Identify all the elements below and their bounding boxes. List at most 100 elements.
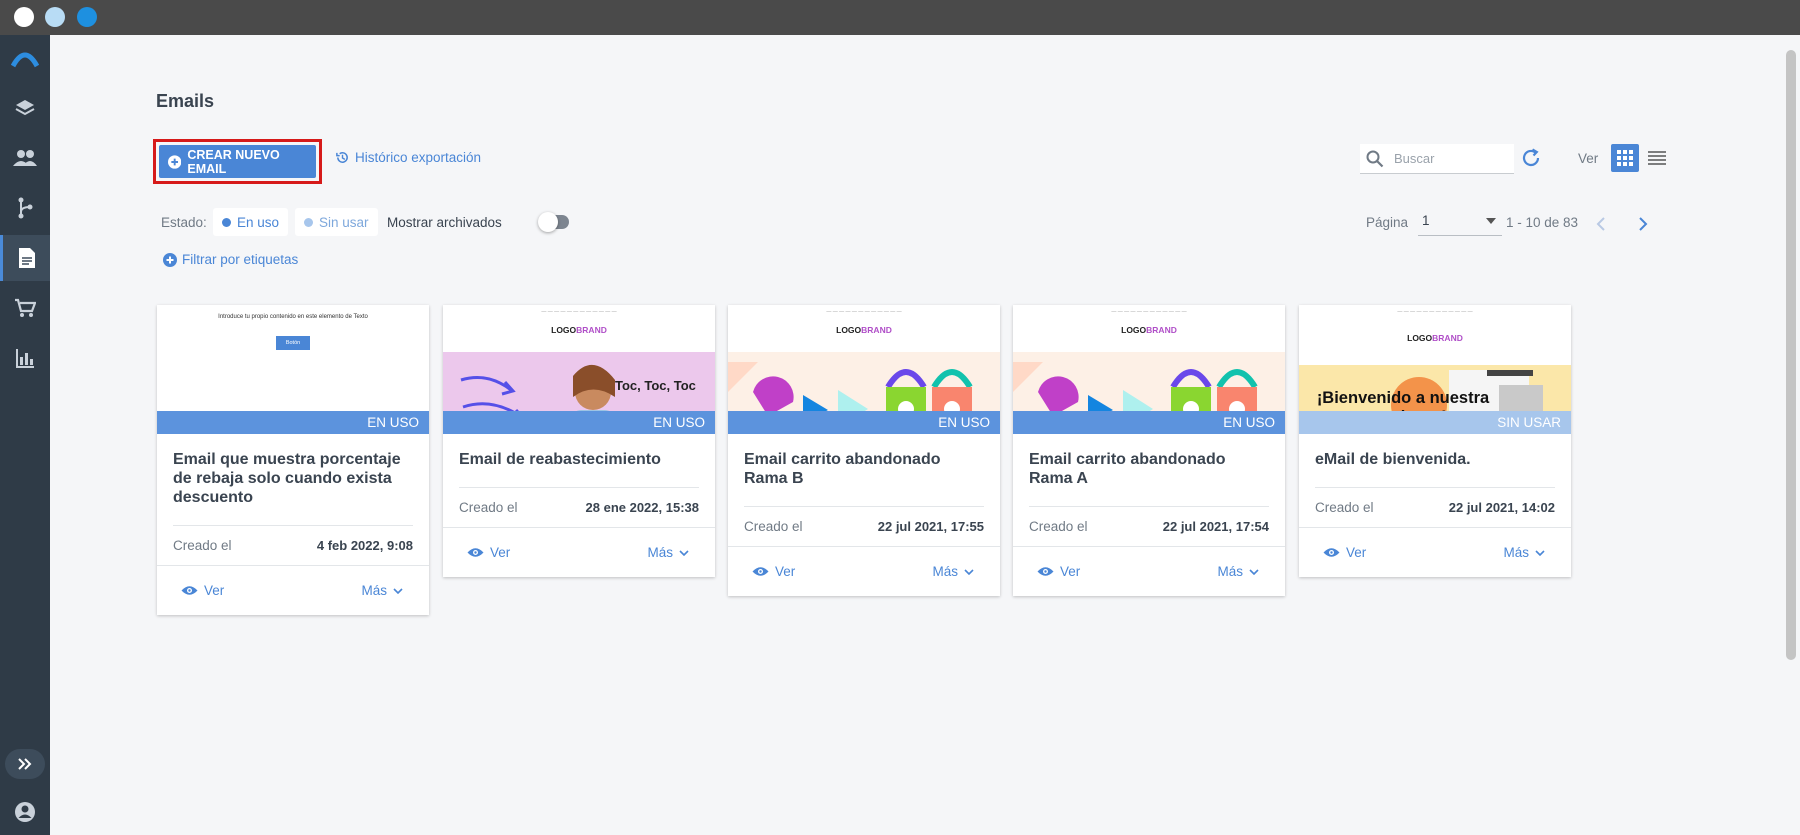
card-actions: Ver Más [1013, 546, 1285, 596]
thumb-header: — — — — — — — — — — — — [1111, 309, 1187, 315]
refresh-icon [1522, 148, 1540, 167]
eye-icon [752, 567, 769, 576]
more-label: Más [932, 564, 958, 579]
status-badge: EN USO [728, 411, 1000, 434]
filter-tags-label: Filtrar por etiquetas [182, 252, 299, 267]
more-action[interactable]: Más [1503, 545, 1545, 560]
email-thumbnail: — — — — — — — — — — — — LOGOBRAND EN USO [728, 305, 1000, 434]
next-page-icon[interactable] [1638, 217, 1648, 231]
en-uso-label: En uso [237, 214, 280, 230]
page-label: Página [1366, 215, 1409, 230]
caret-down-icon [1486, 217, 1496, 224]
view-action[interactable]: Ver [1037, 564, 1080, 579]
more-action[interactable]: Más [932, 564, 974, 579]
view-label: Ver [204, 583, 225, 598]
list-view-button[interactable] [1643, 144, 1671, 172]
history-link[interactable]: Histórico exportación [335, 150, 481, 165]
history-label: Histórico exportación [355, 150, 482, 165]
more-action[interactable]: Más [647, 545, 689, 560]
card-actions: Ver Más [728, 546, 1000, 596]
list-icon [1648, 151, 1666, 165]
eye-icon [1037, 567, 1054, 576]
status-badge: EN USO [157, 411, 429, 434]
email-thumbnail: — — — — — — — — — — — — LOGOBRAND ¡Bienv… [1299, 305, 1571, 434]
archived-toggle[interactable] [538, 212, 569, 232]
main-content: Emails CREAR NUEVO EMAIL Histórico expor… [50, 35, 1785, 835]
double-chevron-right-icon [18, 758, 32, 770]
app-logo-icon[interactable] [0, 35, 50, 81]
sin-usar-dot [304, 217, 313, 227]
filter-sin-usar[interactable]: Sin usar [295, 208, 378, 236]
created-label: Creado el [744, 519, 803, 534]
email-card[interactable]: — — — — — — — — — — — — LOGOBRAND EN USO… [1013, 305, 1285, 596]
email-card[interactable]: — — — — — — — — — — — — LOGOBRAND ¡Bienv… [1299, 305, 1571, 577]
view-action[interactable]: Ver [181, 583, 224, 598]
flow-icon[interactable] [0, 185, 50, 231]
eye-icon [181, 586, 198, 595]
created-label: Creado el [1029, 519, 1088, 534]
plus-circle-icon [163, 252, 177, 267]
created-date: 4 feb 2022, 9:08 [316, 538, 413, 553]
grid-icon [1617, 150, 1633, 166]
view-label: Ver [775, 564, 796, 579]
grid-view-button[interactable] [1611, 144, 1639, 172]
users-icon[interactable] [0, 135, 50, 181]
view-label: Ver [1578, 151, 1599, 166]
chart-icon[interactable] [0, 335, 50, 381]
create-email-label: CREAR NUEVO EMAIL [187, 147, 280, 176]
expand-sidebar-button[interactable] [5, 749, 45, 779]
user-account-icon[interactable] [0, 789, 50, 835]
eye-icon [1323, 548, 1340, 557]
cart-icon[interactable] [0, 285, 50, 331]
email-card[interactable]: Introduce tu propio contenido en este el… [157, 305, 429, 615]
prev-page-icon[interactable] [1596, 217, 1606, 231]
email-card[interactable]: — — — — — — — — — — — — LOGOBRAND Toc, T… [443, 305, 715, 577]
card-actions: Ver Más [1299, 527, 1571, 577]
more-action[interactable]: Más [1217, 564, 1259, 579]
window-close-button[interactable] [14, 7, 34, 27]
thumb-text: Toc, Toc, Toc [615, 378, 696, 393]
refresh-button[interactable] [1520, 147, 1544, 171]
layers-icon[interactable] [0, 85, 50, 131]
email-meta: Creado el 22 jul 2021, 17:54 [1029, 506, 1269, 546]
window-minimize-button[interactable] [45, 7, 65, 27]
archived-label: Mostrar archivados [387, 215, 502, 230]
created-date: 22 jul 2021, 14:02 [1448, 500, 1555, 515]
thumb-header: — — — — — — — — — — — — [826, 309, 902, 315]
window-maximize-button[interactable] [77, 7, 97, 27]
thumb-header: — — — — — — — — — — — — [541, 309, 617, 315]
search-box[interactable]: Buscar [1360, 144, 1514, 174]
search-input[interactable]: Buscar [1394, 151, 1434, 166]
create-email-button[interactable]: CREAR NUEVO EMAIL [159, 145, 316, 178]
view-action[interactable]: Ver [1323, 545, 1366, 560]
view-action[interactable]: Ver [467, 545, 510, 560]
estado-label: Estado: [161, 215, 207, 230]
email-title: eMail de bienvenida. [1315, 451, 1471, 468]
thumb-button: Botón [276, 336, 310, 350]
more-action[interactable]: Más [361, 583, 403, 598]
page-select[interactable]: 1 [1418, 206, 1502, 236]
filter-en-uso[interactable]: En uso [213, 208, 289, 236]
more-label: Más [361, 583, 387, 598]
history-icon [336, 152, 348, 163]
document-icon[interactable] [0, 235, 50, 281]
more-label: Más [1217, 564, 1243, 579]
page-title: Emails [156, 91, 215, 111]
email-meta: Creado el 22 jul 2021, 14:02 [1315, 487, 1555, 527]
chevron-down-icon [679, 549, 689, 556]
view-action[interactable]: Ver [752, 564, 795, 579]
email-card[interactable]: — — — — — — — — — — — — LOGOBRAND EN USO… [728, 305, 1000, 596]
view-label: Ver [490, 545, 511, 560]
thumb-logo: LOGOBRAND [551, 325, 607, 335]
vertical-scrollbar[interactable] [1786, 50, 1796, 660]
page-select-value: 1 [1422, 213, 1430, 228]
archived-toggle-knob [538, 212, 558, 232]
email-title: Email de reabastecimiento [459, 451, 661, 468]
created-date: 22 jul 2021, 17:54 [1162, 519, 1269, 534]
created-date: 22 jul 2021, 17:55 [877, 519, 984, 534]
filter-tags-link[interactable]: Filtrar por etiquetas [163, 252, 298, 267]
en-uso-dot [222, 217, 231, 227]
card-actions: Ver Más [157, 565, 429, 615]
thumb-logo: LOGOBRAND [1407, 333, 1463, 343]
status-badge: EN USO [1013, 411, 1285, 434]
